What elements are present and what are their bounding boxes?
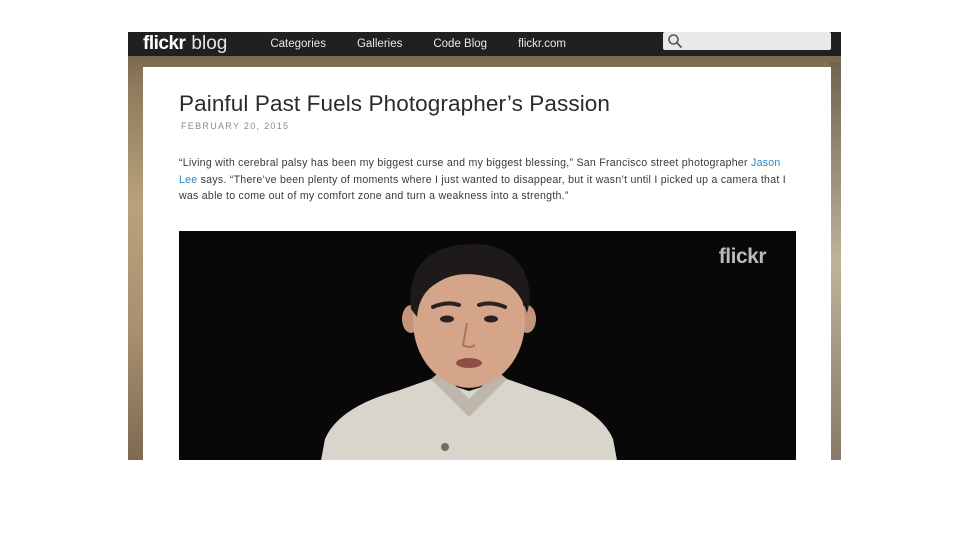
brand-flickr-text: flickr bbox=[143, 33, 186, 54]
article-title: Painful Past Fuels Photographer’s Passio… bbox=[179, 91, 611, 116]
search-icon[interactable] bbox=[667, 33, 683, 49]
article-date: FEBRUARY 20, 2015 bbox=[181, 121, 290, 131]
top-navbar: flickr blog Categories Galleries Code Bl… bbox=[128, 32, 841, 56]
browser-screenshot: flickr blog Categories Galleries Code Bl… bbox=[128, 32, 841, 460]
nav-link-categories[interactable]: Categories bbox=[270, 32, 326, 56]
search-input[interactable] bbox=[663, 32, 831, 50]
article-card: Painful Past Fuels Photographer’s Passio… bbox=[143, 67, 831, 460]
nav-links: Categories Galleries Code Blog flickr.co… bbox=[270, 32, 597, 56]
brand-blog-text: blog bbox=[191, 33, 228, 54]
flickr-watermark: flickr bbox=[718, 245, 767, 268]
flickr-blog-logo[interactable]: flickr blog bbox=[143, 32, 227, 56]
video-frame-person bbox=[321, 244, 617, 460]
article-body: “Living with cerebral palsy has been my … bbox=[179, 155, 795, 205]
article-body-text: “Living with cerebral palsy has been my … bbox=[179, 157, 752, 169]
video-player[interactable]: flickr bbox=[179, 231, 796, 460]
article-body-text-cont: says. “There’ve been plenty of moments w… bbox=[179, 173, 786, 203]
nav-link-flickr-com[interactable]: flickr.com bbox=[518, 32, 566, 56]
nav-link-code-blog[interactable]: Code Blog bbox=[433, 32, 487, 56]
nav-link-galleries[interactable]: Galleries bbox=[357, 32, 402, 56]
